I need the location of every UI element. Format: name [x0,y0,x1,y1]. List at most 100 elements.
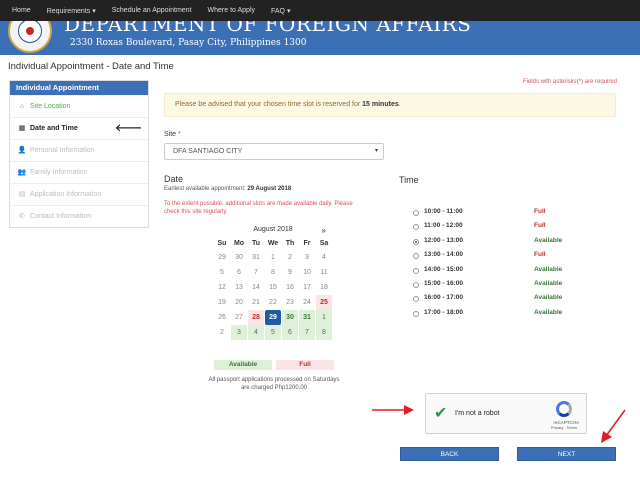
calendar-day: 18 [320,284,328,291]
required-asterisk: * [178,131,181,138]
calendar-day: 29 [218,254,226,261]
page-title: Individual Appointment - Date and Time [8,61,174,72]
time-slot-radio[interactable] [413,253,419,260]
calendar-day[interactable]: 29 [265,310,281,325]
calendar-month: August 2018 [253,226,293,233]
calendar-day: 5 [220,269,224,276]
calendar-day: 7 [299,325,315,340]
availability-note: To the extent possible, additional slots… [164,201,353,215]
time-slot-range: 13:00 - 14:00 [424,251,464,259]
calendar-day: 28 [248,310,264,325]
saturday-fee-note: All passport applications processed on S… [208,377,340,391]
time-slot-status: Available [534,236,563,244]
sidebar-item-label: Family Information [30,169,88,176]
document-icon: ▤ [18,191,26,198]
time-slot-range: 12:00 - 13:00 [424,236,464,244]
nav-item[interactable]: Requirements ▾ [39,7,104,15]
calendar-day: 31 [252,254,260,261]
calendar-day: 1 [316,310,332,325]
calendar-day[interactable]: 31 [299,310,315,325]
recaptcha-widget[interactable]: ✔ I'm not a robot reCAPTCHA Privacy - Te… [425,393,587,434]
calendar-day: 24 [303,299,311,306]
time-slot-radio[interactable] [413,238,419,245]
site-select[interactable]: DFA SANTIAGO CITY ▾ [164,143,384,160]
legend-available: Available [214,360,272,370]
calendar-day: 19 [218,299,226,306]
time-slot-range: 10:00 - 11:00 [424,208,463,215]
calendar-legend: Available Full [214,360,334,370]
time-slot-option[interactable]: 11:00 - 12:00 Full [413,221,573,235]
calendar-day[interactable]: 30 [282,310,298,325]
earliest-label: Earliest available appointment: [164,186,248,192]
time-slot-option[interactable]: 16:00 - 17:00 Available [413,293,573,307]
time-slot-radio[interactable] [413,281,419,288]
time-slot-option[interactable]: 12:00 - 13:00 Available [413,236,573,250]
nav-item[interactable]: Home [0,7,39,14]
user-icon: 👤 [17,147,27,154]
time-slot-option[interactable]: 14:00 - 15:00 Available [413,265,573,279]
time-slot-radio[interactable] [413,267,419,274]
alert-suffix: . [398,101,401,108]
next-month-button[interactable]: » [322,226,326,235]
date-heading: Date [164,174,184,184]
earliest-date: 29 August 2018 [247,186,292,192]
weekday-header: Tu [251,240,261,247]
calendar-day: 7 [254,269,258,276]
recaptcha-terms-link[interactable]: Privacy - Terms [551,426,577,430]
sidebar-item-site-location[interactable]: ⌂ Site Location [10,95,148,117]
time-slot-option[interactable]: 15:00 - 16:00 Available [413,279,573,293]
calendar-day: 10 [303,269,311,276]
dfa-seal-logo [8,21,52,53]
time-slot-status: Full [534,208,546,215]
time-slot-option[interactable]: 13:00 - 14:00 Full [413,250,573,264]
sidebar-item-date-and-time[interactable]: ▦ Date and Time 🡐 [10,117,148,139]
next-button[interactable]: NEXT [517,447,616,461]
time-slot-option[interactable]: 17:00 - 18:00 Available [413,308,573,322]
calendar-day: 6 [237,269,241,276]
time-slot-range: 11:00 - 12:00 [424,222,463,230]
nav-item[interactable]: Where to Apply [200,7,263,14]
time-slot-radio[interactable] [413,310,419,317]
back-button[interactable]: BACK [400,447,499,461]
calendar-day: 4 [248,325,264,340]
header-address: 2330 Roxas Boulevard, Pasay City, Philip… [70,38,307,48]
chevron-down-icon: ▾ [374,148,378,154]
weekday-header: Su [217,240,227,247]
weekday-header: Mo [233,240,245,247]
home-icon: ⌂ [19,103,25,110]
calendar-icon: ▦ [18,125,26,132]
nav-item[interactable]: FAQ ▾ [263,7,298,15]
time-slot-option[interactable]: 10:00 - 11:00 Full [413,207,573,221]
earliest-appointment: Earliest available appointment: 29 Augus… [164,186,291,192]
sidebar-heading: Individual Appointment [10,81,148,95]
time-slot-status: Available [534,265,563,273]
calendar-day: 23 [286,299,294,306]
time-slot-range: 17:00 - 18:00 [424,308,464,316]
calendar-day: 14 [252,284,260,291]
sidebar-item-label: Personal Information [30,147,95,154]
sidebar-item-personal-information: 👤 Personal Information [10,139,148,161]
site-label-text: Site [164,131,177,138]
annotation-arrow-icon [601,409,626,443]
sidebar-item-label: Site Location [30,103,71,110]
calendar-day: 6 [282,325,298,340]
calendar-day: 8 [316,325,332,340]
calendar-day: 20 [235,299,243,306]
alert-text: Please be advised that your chosen time … [175,101,363,108]
alert-emphasis: 15 minutes [362,101,399,108]
calendar-day: 13 [235,284,243,291]
calendar-day: 2 [220,329,224,336]
calendar-day: 21 [252,299,260,306]
site-label: Site * [164,131,181,138]
time-slot-radio[interactable] [413,224,419,231]
time-slot-radio[interactable] [413,210,419,216]
calendar-day: 25 [316,295,332,310]
time-slot-radio[interactable] [413,296,419,303]
weekday-header: Fr [303,240,311,247]
calendar-day: 5 [265,325,281,340]
weekday-header: Sa [319,240,329,247]
nav-item[interactable]: Schedule an Appointment [104,7,200,14]
calendar-day: 12 [218,284,226,291]
time-slot-status: Available [534,279,563,287]
calendar-day: 26 [218,314,226,321]
